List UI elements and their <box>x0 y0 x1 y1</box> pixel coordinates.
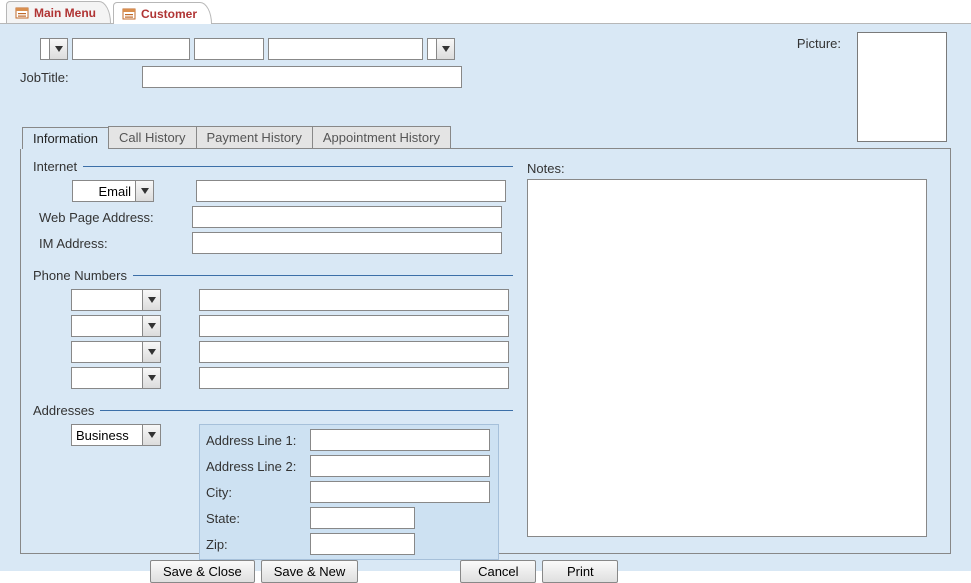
notes-label: Notes: <box>527 161 565 176</box>
first-name-input[interactable] <box>72 38 190 60</box>
phone3-input[interactable] <box>199 341 509 363</box>
print-button[interactable]: Print <box>542 560 618 583</box>
document-tabs: Main Menu Customer <box>0 0 971 24</box>
suffix-combo[interactable] <box>427 38 455 60</box>
picture-label: Picture: <box>797 36 841 51</box>
phone4-input[interactable] <box>199 367 509 389</box>
tab-information[interactable]: Information <box>22 127 109 149</box>
tab-customer[interactable]: Customer <box>113 2 212 24</box>
phone1-type-combo[interactable] <box>71 289 161 311</box>
phone1-input[interactable] <box>199 289 509 311</box>
phone3-type-combo[interactable] <box>71 341 161 363</box>
city-input[interactable] <box>310 481 490 503</box>
tab-appointment-history[interactable]: Appointment History <box>312 126 451 148</box>
last-name-input[interactable] <box>268 38 423 60</box>
email-type-input[interactable] <box>73 181 135 201</box>
phone4-type-combo[interactable] <box>71 367 161 389</box>
internet-legend: Internet <box>33 159 77 174</box>
tab-main-menu[interactable]: Main Menu <box>6 1 111 23</box>
form-icon <box>15 6 29 20</box>
web-label: Web Page Address: <box>33 210 188 225</box>
phone2-input[interactable] <box>199 315 509 337</box>
dropdown-icon[interactable] <box>49 39 67 59</box>
dropdown-icon[interactable] <box>142 290 160 310</box>
addr-line2-label: Address Line 2: <box>206 459 306 474</box>
cancel-button[interactable]: Cancel <box>460 560 536 583</box>
addr-line1-input[interactable] <box>310 429 490 451</box>
email-input[interactable] <box>196 180 506 202</box>
title-combo[interactable] <box>40 38 68 60</box>
dropdown-icon[interactable] <box>142 425 160 445</box>
middle-name-input[interactable] <box>194 38 264 60</box>
picture-box[interactable] <box>857 32 947 142</box>
dropdown-icon[interactable] <box>142 368 160 388</box>
im-label: IM Address: <box>33 236 188 251</box>
tab-payment-history[interactable]: Payment History <box>196 126 313 148</box>
zip-label: Zip: <box>206 537 306 552</box>
addr-line1-label: Address Line 1: <box>206 433 306 448</box>
job-title-label: JobTitle: <box>20 70 136 85</box>
save-close-button[interactable]: Save & Close <box>150 560 255 583</box>
tab-main-menu-label: Main Menu <box>34 6 96 20</box>
city-label: City: <box>206 485 306 500</box>
zip-input[interactable] <box>310 533 415 555</box>
job-title-input[interactable] <box>142 66 462 88</box>
information-panel: Internet Web Page Address: <box>20 149 951 554</box>
form-icon <box>122 7 136 21</box>
dropdown-icon[interactable] <box>436 39 454 59</box>
save-new-button[interactable]: Save & New <box>261 560 359 583</box>
title-input[interactable] <box>41 39 49 59</box>
web-input[interactable] <box>192 206 502 228</box>
tab-call-history[interactable]: Call History <box>108 126 196 148</box>
dropdown-icon[interactable] <box>135 181 153 201</box>
phone-legend: Phone Numbers <box>33 268 127 283</box>
customer-form: JobTitle: Picture: Information Call Hist… <box>0 24 971 571</box>
suffix-input[interactable] <box>428 39 436 59</box>
dropdown-icon[interactable] <box>142 342 160 362</box>
phone2-type-combo[interactable] <box>71 315 161 337</box>
email-type-combo[interactable] <box>72 180 154 202</box>
dropdown-icon[interactable] <box>142 316 160 336</box>
im-input[interactable] <box>192 232 502 254</box>
addresses-legend: Addresses <box>33 403 94 418</box>
address-type-combo[interactable] <box>71 424 161 446</box>
tab-customer-label: Customer <box>141 7 197 21</box>
state-label: State: <box>206 511 306 526</box>
sub-tab-strip: Information Call History Payment History… <box>22 126 951 149</box>
addr-line2-input[interactable] <box>310 455 490 477</box>
state-input[interactable] <box>310 507 415 529</box>
address-panel: Address Line 1: Address Line 2: City: St… <box>199 424 499 560</box>
button-bar: Save & Close Save & New Cancel Print <box>20 560 951 583</box>
notes-textarea[interactable] <box>527 179 927 537</box>
